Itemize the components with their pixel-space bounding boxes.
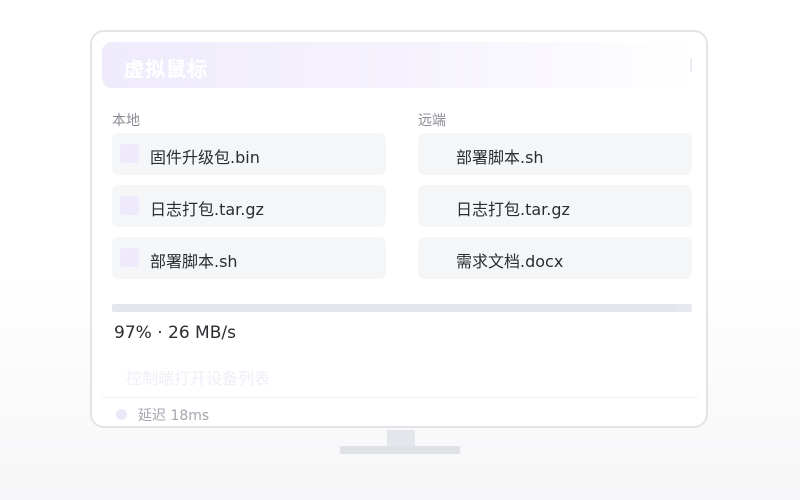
file-checkbox[interactable] <box>120 248 139 267</box>
file-name: 日志打包.tar.gz <box>150 200 264 219</box>
remote-file-item[interactable]: 日志打包.tar.gz <box>418 185 692 227</box>
transfer-progress-fill <box>112 304 675 312</box>
transfer-progress-text: 97% · 26 MB/s <box>114 323 236 343</box>
file-checkbox[interactable] <box>120 196 139 215</box>
monitor-stand-base <box>340 446 460 454</box>
local-file-item[interactable]: 部署脚本.sh <box>112 237 386 279</box>
title-bar: 虚拟鼠标 <box>102 42 698 88</box>
remote-column-label: 远端 <box>418 113 446 129</box>
file-name: 需求文档.docx <box>456 252 564 271</box>
remote-file-item[interactable]: 需求文档.docx <box>418 237 692 279</box>
local-column-label: 本地 <box>112 113 140 129</box>
monitor-stand-neck <box>387 430 415 446</box>
latency-text: 延迟 18ms <box>138 408 210 424</box>
window-title: 虚拟鼠标 <box>124 57 208 81</box>
file-name: 部署脚本.sh <box>150 252 238 271</box>
file-name: 固件升级包.bin <box>150 148 260 167</box>
file-name: 部署脚本.sh <box>456 148 544 167</box>
hint-text: 控制端打开设备列表 <box>126 369 271 388</box>
latency-status-icon <box>116 409 127 420</box>
file-checkbox[interactable] <box>120 144 139 163</box>
title-bar-handle <box>690 58 692 72</box>
local-file-item[interactable]: 固件升级包.bin <box>112 133 386 175</box>
file-name: 日志打包.tar.gz <box>456 200 570 219</box>
remote-file-item[interactable]: 部署脚本.sh <box>418 133 692 175</box>
monitor-frame: 虚拟鼠标 本地 远端 固件升级包.bin 日志打包.tar.gz 部署脚本.sh… <box>90 30 708 428</box>
transfer-progress-bar <box>112 304 692 312</box>
status-divider <box>102 397 698 398</box>
local-file-item[interactable]: 日志打包.tar.gz <box>112 185 386 227</box>
